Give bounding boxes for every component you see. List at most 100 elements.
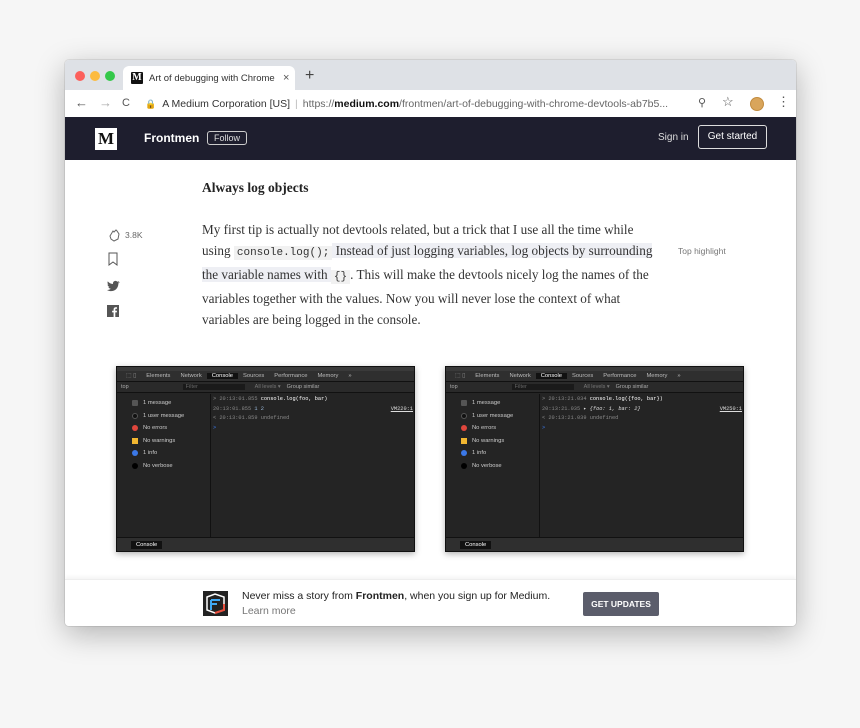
- zoom-icon[interactable]: ⚲: [698, 96, 706, 109]
- tab-title: Art of debugging with Chrome DevTools: [149, 72, 277, 84]
- close-window-button[interactable]: [75, 71, 85, 81]
- devtools-tab: Performance: [274, 373, 308, 379]
- section-heading: Always log objects: [202, 180, 309, 195]
- sign-in-link[interactable]: Sign in: [658, 132, 689, 143]
- levels-label: All levels ▾: [254, 384, 281, 390]
- address-bar[interactable]: 🔒 A Medium Corporation [US] | https://me…: [145, 94, 705, 114]
- console-prompt: >: [542, 424, 546, 431]
- devtools-tab: »: [348, 373, 352, 379]
- site-header: M Frontmen Follow Sign in Get started: [65, 117, 796, 160]
- sidebar-entry: 1 info: [446, 447, 539, 460]
- facebook-icon[interactable]: [107, 305, 119, 317]
- devtools-screenshot: ⬚ ▯ Elements Network Console Sources Per…: [116, 366, 415, 552]
- devtools-screenshot: ⬚ ▯ Elements Network Console Sources Per…: [445, 366, 744, 552]
- devtools-tab: Performance: [603, 373, 637, 379]
- maximize-window-button[interactable]: [105, 71, 115, 81]
- sidebar-entry: 1 user message: [117, 410, 210, 423]
- devtools-tab-active: Console: [535, 373, 567, 379]
- frontmen-logo-icon: [203, 591, 228, 616]
- forward-icon[interactable]: →: [99, 95, 112, 110]
- footer-text: Never miss a story from: [242, 590, 356, 602]
- new-tab-button[interactable]: +: [305, 67, 314, 85]
- sidebar-entry: No verbose: [446, 460, 539, 473]
- bookmark-button[interactable]: [107, 252, 147, 271]
- devtools-tab: Network: [180, 373, 202, 379]
- devtools-tab: Sources: [243, 373, 265, 379]
- inspect-icon: ⬚ ▯: [455, 373, 466, 379]
- context-label: top: [450, 384, 458, 390]
- filter-box: Filter: [511, 384, 574, 390]
- group-similar-label: Group similar: [615, 384, 649, 390]
- console-line: 20:13:01.855 1 2 VM220:1: [213, 405, 413, 412]
- browser-tab[interactable]: M Art of debugging with Chrome DevTools …: [123, 66, 295, 90]
- browser-toolbar: ← → C 🔒 A Medium Corporation [US] | http…: [65, 90, 796, 118]
- inspect-icon: ⬚ ▯: [126, 373, 137, 379]
- minimize-window-button[interactable]: [90, 71, 100, 81]
- devtools-tab: Elements: [146, 373, 171, 379]
- sidebar-entry: No warnings: [117, 435, 210, 448]
- devtools-tab: »: [677, 373, 681, 379]
- devtools-tab: Network: [509, 373, 531, 379]
- top-highlight-label: Top highlight: [678, 246, 726, 256]
- facebook-share-button[interactable]: [107, 304, 147, 322]
- sidebar-entry: 1 user message: [446, 410, 539, 423]
- devtools-sidebar: 1 message 1 user message No errors No wa…: [446, 394, 540, 538]
- devtools-tab: Elements: [475, 373, 500, 379]
- twitter-share-button[interactable]: [107, 279, 147, 297]
- browser-window: M Art of debugging with Chrome DevTools …: [65, 60, 796, 626]
- console-line: 20:13:21.035 ▸ {foo: 1, bar: 2} VM250:1: [542, 405, 742, 412]
- learn-more-link[interactable]: Learn more: [242, 605, 296, 617]
- url-host: medium.com: [334, 98, 400, 110]
- devtools-tab: Memory: [317, 373, 339, 379]
- footer-text: , when you sign up for Medium.: [404, 590, 551, 602]
- bookmark-star-icon[interactable]: ☆: [722, 94, 734, 110]
- article-paragraph: My first tip is actually not devtools re…: [202, 219, 662, 330]
- publication-name[interactable]: Frontmen: [144, 131, 199, 145]
- console-line: < 20:13:21.039 undefined: [542, 415, 619, 421]
- console-line: > 20:13:21.034 console.log({foo, bar}): [542, 396, 663, 402]
- url-path: /frontmen/art-of-debugging-with-chrome-d…: [399, 98, 669, 110]
- footer-message: Never miss a story from Frontmen, when y…: [242, 589, 550, 619]
- tab-close-icon[interactable]: ×: [283, 72, 289, 84]
- devtools-drawer: Console: [446, 537, 743, 551]
- clap-count: 3.8K: [125, 229, 143, 240]
- console-line: < 20:13:01.859 undefined: [213, 415, 290, 421]
- clap-group[interactable]: 3.8K: [107, 226, 147, 244]
- footer-publication: Frontmen: [355, 590, 405, 602]
- signup-footer: Never miss a story from Frontmen, when y…: [65, 579, 796, 626]
- levels-label: All levels ▾: [583, 384, 610, 390]
- profile-avatar[interactable]: [750, 97, 764, 111]
- tab-bar: M Art of debugging with Chrome DevTools …: [65, 60, 796, 90]
- url-separator: |: [295, 98, 298, 110]
- inline-code: {}: [330, 270, 351, 284]
- devtools-drawer: Console: [117, 537, 414, 551]
- bookmark-icon[interactable]: [107, 252, 119, 266]
- sidebar-entry: No warnings: [446, 435, 539, 448]
- medium-logo[interactable]: M: [95, 128, 117, 150]
- url-scheme: https://: [302, 98, 335, 110]
- devtools-tabs: ⬚ ▯ Elements Network Console Sources Per…: [117, 371, 414, 382]
- console-output: > 20:13:21.034 console.log({foo, bar}) 2…: [542, 395, 742, 433]
- devtools-tab: Sources: [572, 373, 594, 379]
- sidebar-entry: No errors: [117, 422, 210, 435]
- console-line: > 20:13:01.855 console.log(foo, bar): [213, 396, 328, 402]
- clap-icon[interactable]: [107, 228, 121, 242]
- browser-menu-icon[interactable]: ⋮: [777, 94, 790, 110]
- console-prompt: >: [213, 424, 217, 431]
- inline-code: console.log();: [233, 246, 333, 260]
- site-org: A Medium Corporation [US]: [162, 98, 291, 110]
- context-label: top: [121, 384, 129, 390]
- devtools-filter-bar: top Filter All levels ▾ Group similar: [117, 382, 414, 393]
- console-output: > 20:13:01.855 console.log(foo, bar) 20:…: [213, 395, 413, 433]
- sidebar-entry: 1 info: [117, 447, 210, 460]
- sidebar-entry: 1 message: [117, 397, 210, 410]
- get-updates-button[interactable]: GET UPDATES: [583, 592, 659, 616]
- get-started-button[interactable]: Get started: [698, 125, 767, 149]
- lock-icon: 🔒: [145, 98, 157, 109]
- reload-icon[interactable]: C: [122, 97, 130, 109]
- twitter-icon[interactable]: [107, 280, 121, 292]
- follow-button[interactable]: Follow: [207, 131, 248, 145]
- back-icon[interactable]: ←: [75, 95, 88, 110]
- devtools-filter-bar: top Filter All levels ▾ Group similar: [446, 382, 743, 393]
- sidebar-entry: No verbose: [117, 460, 210, 473]
